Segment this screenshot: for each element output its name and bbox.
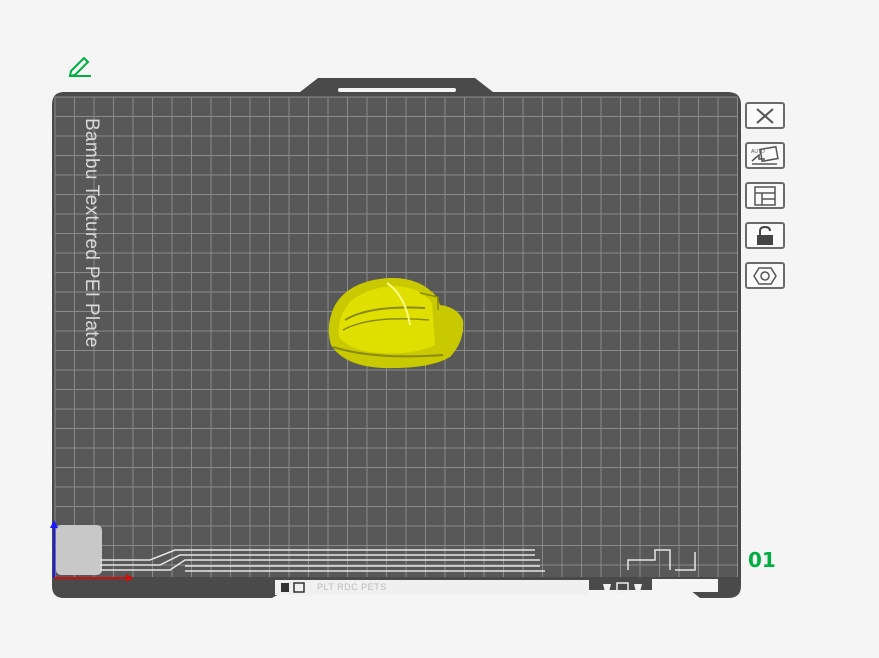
- auto-orient-button[interactable]: AUTO: [745, 142, 785, 169]
- arrange-button[interactable]: [745, 182, 785, 209]
- arrange-icon: [754, 185, 776, 206]
- lock-icon: [757, 225, 773, 245]
- auto-orient-icon: AUTO: [751, 145, 779, 165]
- auto-badge-text: AUTO: [751, 149, 765, 155]
- plate-index-label: 01: [748, 548, 776, 572]
- close-plate-button[interactable]: [745, 102, 785, 129]
- settings-icon: [753, 266, 777, 285]
- bottom-bar-text: PLT RDC PETS: [317, 582, 387, 592]
- close-icon: [756, 107, 774, 124]
- hard-hat-model[interactable]: [325, 275, 470, 375]
- plate-settings-button[interactable]: [745, 262, 785, 289]
- lock-plate-button[interactable]: [745, 222, 785, 249]
- plate-name-label: Bambu Textured PEI Plate: [81, 118, 102, 348]
